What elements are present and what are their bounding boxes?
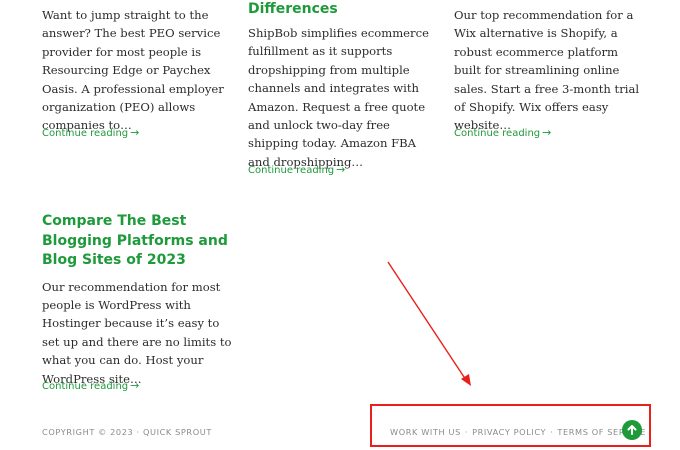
annotation-arrow (387, 261, 471, 386)
annotation-highlight-box (370, 404, 651, 447)
